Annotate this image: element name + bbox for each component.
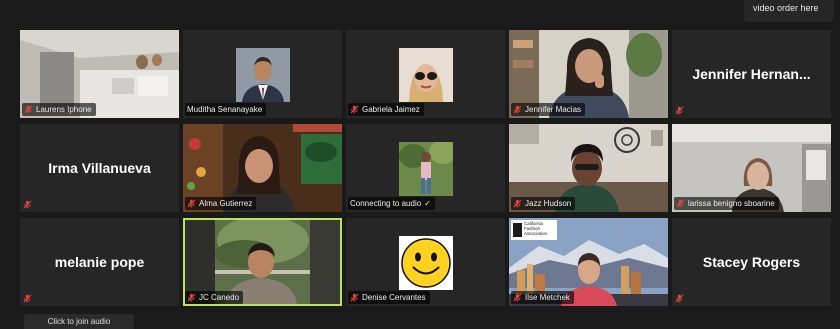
video-tile-jc-canedo-active-speaker[interactable]: JC Canedo xyxy=(183,218,342,306)
participant-display-name: melanie pope xyxy=(54,254,145,270)
participant-name-tag: Denise Cervantes xyxy=(348,291,430,304)
participant-name: Alma Gutierrez xyxy=(199,199,253,208)
video-tile-irma[interactable]: Irma Villanueva xyxy=(20,124,179,212)
gallery-grid: Laurens Iphone Muditha Senanayake Gabrie… xyxy=(20,30,831,306)
muted-mic-icon xyxy=(513,293,522,302)
participant-name: Jennifer Macias xyxy=(525,105,582,114)
participant-name-tag: JC Canedo xyxy=(185,291,244,304)
join-audio-button[interactable]: Click to join audio xyxy=(24,314,134,329)
muted-mic-icon xyxy=(350,293,359,302)
video-tile-denise[interactable]: Denise Cervantes xyxy=(346,218,505,306)
participant-name: Denise Cervantes xyxy=(362,293,426,302)
muted-mic-icon xyxy=(513,199,522,208)
participant-display-name: Jennifer Hernan... xyxy=(692,66,811,82)
bottom-bar: Click to join audio xyxy=(0,311,840,329)
participant-name-tag: Ilse Metchek xyxy=(511,291,574,304)
participant-name: Ilse Metchek xyxy=(525,293,570,302)
smiley-face-avatar xyxy=(399,236,453,290)
participant-name-tag: Muditha Senanayake xyxy=(185,103,267,116)
profile-photo xyxy=(399,142,453,196)
muted-mic-icon xyxy=(675,106,684,115)
muted-mic-icon xyxy=(23,294,32,303)
check-icon: ✓ xyxy=(424,199,431,208)
video-tile-alma[interactable]: Alma Gutierrez xyxy=(183,124,342,212)
participant-name-tag: Gabriela Jaimez xyxy=(348,103,424,116)
california-fashion-association-logo: California Fashion Association xyxy=(524,221,548,236)
video-order-tooltip-text: video order here xyxy=(753,3,819,13)
participant-name: Gabriela Jaimez xyxy=(362,105,420,114)
participant-name: JC Canedo xyxy=(199,293,240,302)
participant-display-name: Stacey Rogers xyxy=(702,254,801,270)
video-tile-laurens[interactable]: Laurens Iphone xyxy=(20,30,179,118)
participant-name: Laurens Iphone xyxy=(36,105,92,114)
video-tile-gabriela[interactable]: Gabriela Jaimez xyxy=(346,30,505,118)
participant-name: Muditha Senanayake xyxy=(187,105,263,114)
top-bar xyxy=(0,0,840,28)
profile-photo xyxy=(399,48,453,102)
participant-name-tag: Jazz Hudson xyxy=(511,197,576,210)
video-tile-muditha[interactable]: Muditha Senanayake xyxy=(183,30,342,118)
connecting-audio-status: Connecting to audio xyxy=(350,199,422,208)
participant-name-tag: larissa benigno sboarine xyxy=(674,197,779,210)
video-tile-melanie[interactable]: melanie pope xyxy=(20,218,179,306)
video-tile-jennifer-hernandez[interactable]: Jennifer Hernan... xyxy=(672,30,831,118)
connecting-audio-tag: Connecting to audio ✓ xyxy=(348,197,435,210)
participant-name-tag: Laurens Iphone xyxy=(22,103,96,116)
muted-mic-icon xyxy=(23,200,32,209)
participant-name: Jazz Hudson xyxy=(525,199,572,208)
participant-name-tag: Alma Gutierrez xyxy=(185,197,257,210)
video-order-tooltip: video order here xyxy=(744,0,834,22)
video-tile-jennifer-macias[interactable]: Jennifer Macias xyxy=(509,30,668,118)
muted-mic-icon xyxy=(187,199,196,208)
muted-mic-icon xyxy=(187,293,196,302)
video-tile-connecting[interactable]: Connecting to audio ✓ xyxy=(346,124,505,212)
video-tile-larissa[interactable]: larissa benigno sboarine xyxy=(672,124,831,212)
muted-mic-icon xyxy=(350,105,359,114)
participant-name-tag: Jennifer Macias xyxy=(511,103,586,116)
participant-display-name: Irma Villanueva xyxy=(48,160,151,176)
video-tile-jazz[interactable]: Jazz Hudson xyxy=(509,124,668,212)
muted-mic-icon xyxy=(676,199,685,208)
muted-mic-icon xyxy=(24,105,33,114)
participant-name: larissa benigno sboarine xyxy=(688,199,775,208)
profile-photo xyxy=(236,48,290,102)
muted-mic-icon xyxy=(675,294,684,303)
muted-mic-icon xyxy=(513,105,522,114)
video-tile-stacey[interactable]: Stacey Rogers xyxy=(672,218,831,306)
video-tile-ilse[interactable]: California Fashion Association Ilse Metc… xyxy=(509,218,668,306)
